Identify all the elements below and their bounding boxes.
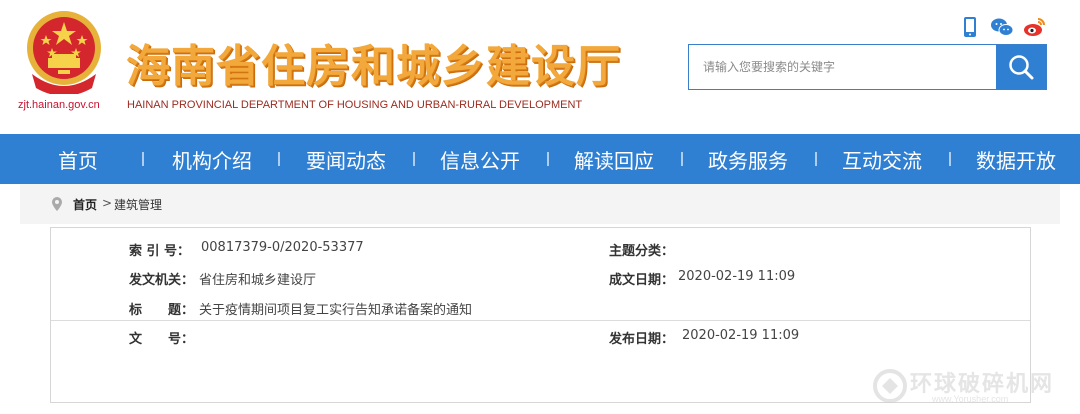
nav-separator (413, 152, 415, 166)
mobile-icon[interactable] (958, 15, 982, 39)
nav-item-home[interactable]: 首页 (38, 145, 118, 174)
search-input[interactable] (689, 45, 996, 89)
nav-separator (815, 152, 817, 166)
site-title[interactable]: 海南省住房和城乡建设厅 (126, 30, 621, 94)
breadcrumb: 首页 > 建筑管理 (20, 184, 1060, 224)
watermark-logo-icon (873, 369, 907, 403)
site-header: zjt.hainan.gov.cn 海南省住房和城乡建设厅 HAINAN PRO… (0, 0, 1080, 134)
nav-item-news[interactable]: 要闻动态 (291, 145, 401, 174)
nav-separator (547, 152, 549, 166)
search-button[interactable] (996, 45, 1046, 89)
site-title-english: HAINAN PROVINCIAL DEPARTMENT OF HOUSING … (127, 99, 583, 111)
nav-item-about[interactable]: 机构介绍 (157, 145, 267, 174)
breadcrumb-current[interactable]: 建筑管理 (114, 196, 162, 213)
nav-item-interaction[interactable]: 互动交流 (827, 145, 937, 174)
row-divider (51, 320, 1030, 321)
nav-separator (278, 152, 280, 166)
index-number-value: 00817379-0/2020-53377 (201, 240, 364, 255)
search-box (688, 44, 1047, 90)
nav-item-interpretation[interactable]: 解读回应 (559, 145, 669, 174)
breadcrumb-separator: > (102, 196, 113, 210)
nav-separator (142, 152, 144, 166)
breadcrumb-home-link[interactable]: 首页 (73, 196, 97, 213)
nav-item-open-data[interactable]: 数据开放 (961, 145, 1071, 174)
issuing-agency-label: 发文机关： (129, 273, 195, 288)
watermark: 环球破碎机网 www.Yorusher.com (872, 366, 1072, 408)
document-title-value: 关于疫情期间项目复工实行告知承诺备案的通知 (199, 303, 473, 318)
top-icon-group (958, 15, 1046, 39)
search-icon (1009, 55, 1034, 80)
creation-date-label: 成文日期： (609, 273, 675, 288)
issuing-agency-value: 省住房和城乡建设厅 (199, 273, 317, 288)
nav-separator (949, 152, 951, 166)
main-nav: 首页 机构介绍 要闻动态 信息公开 解读回应 政务服务 互动交流 数据开放 (0, 134, 1080, 184)
document-number-label: 文 号： (129, 332, 195, 347)
weibo-icon[interactable] (1022, 15, 1046, 39)
wechat-icon[interactable] (990, 15, 1014, 39)
index-number-label: 索 引 号： (129, 244, 191, 259)
nav-item-public-info[interactable]: 信息公开 (425, 145, 535, 174)
location-pin-icon (52, 197, 62, 211)
creation-date-value: 2020-02-19 11:09 (678, 269, 796, 284)
site-domain: zjt.hainan.gov.cn (18, 99, 100, 111)
topic-category-label: 主题分类： (609, 244, 675, 259)
national-emblem-icon (27, 11, 101, 94)
publish-date-value: 2020-02-19 11:09 (682, 328, 800, 343)
nav-item-services[interactable]: 政务服务 (693, 145, 803, 174)
nav-separator (681, 152, 683, 166)
watermark-url: www.Yorusher.com (932, 394, 1009, 404)
publish-date-label: 发布日期： (609, 332, 675, 347)
document-title-label: 标 题： (129, 303, 195, 318)
